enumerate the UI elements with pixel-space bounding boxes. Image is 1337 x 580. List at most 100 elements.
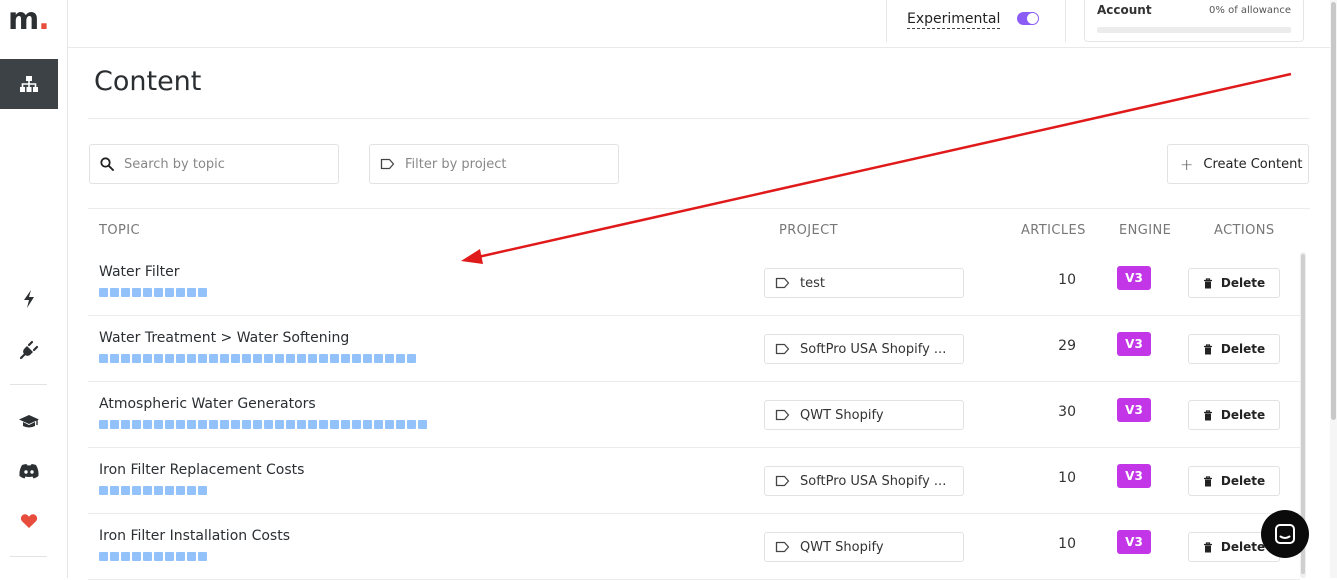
create-content-button[interactable]: + Create Content [1167,144,1309,184]
experimental-toggle[interactable] [1017,12,1039,25]
bolt-icon [24,290,34,308]
column-header-engine[interactable]: ENGINE [1119,223,1171,238]
project-tag[interactable]: QWT Shopify [764,400,964,430]
experimental-section: Experimental [886,0,1066,42]
progress-segment [187,420,196,429]
progress-segment [176,288,185,297]
column-header-articles[interactable]: ARTICLES [1021,223,1086,238]
progress-segment [132,486,141,495]
progress-segment [220,420,229,429]
logo-dot: . [38,2,49,37]
progress-segment [154,354,163,363]
article-progress [99,486,207,495]
progress-segment [198,288,207,297]
tag-icon [775,409,790,421]
progress-segment [341,354,350,363]
topic-title[interactable]: Atmospheric Water Generators [99,396,316,412]
logo[interactable]: m. [8,2,50,37]
progress-segment [396,420,405,429]
nav-integrations-button[interactable] [0,335,58,365]
delete-label: Delete [1220,276,1266,290]
progress-segment [363,354,372,363]
table-row[interactable]: Iron Filter Replacement Costs SoftPro USA… [88,448,1300,514]
sidebar-divider [10,384,47,385]
trash-icon [1203,343,1212,354]
progress-segment [110,486,119,495]
delete-button[interactable]: Delete [1188,466,1280,496]
progress-segment [363,420,372,429]
engine-badge: V3 [1117,398,1151,422]
progress-segment [176,486,185,495]
progress-segment [165,420,174,429]
trash-icon [1203,277,1212,288]
delete-button[interactable]: Delete [1188,334,1280,364]
progress-segment [143,552,152,561]
project-tag[interactable]: SoftPro USA Shopify ... [764,334,964,364]
search-input[interactable] [124,156,314,172]
top-bar: Experimental Account 0% of allowance [68,0,1330,48]
progress-segment [187,486,196,495]
topic-title[interactable]: Iron Filter Installation Costs [99,528,290,544]
progress-segment [286,420,295,429]
delete-button[interactable]: Delete [1188,268,1280,298]
progress-segment [253,420,262,429]
topic-title[interactable]: Water Treatment > Water Softening [99,330,349,346]
account-panel[interactable]: Account 0% of allowance [1084,0,1304,42]
project-filter-field[interactable] [369,144,619,184]
progress-segment [275,420,284,429]
project-tag[interactable]: SoftPro USA Shopify ... [764,466,964,496]
trash-icon [1203,409,1212,420]
progress-segment [99,486,108,495]
progress-segment [220,354,229,363]
progress-segment [110,552,119,561]
search-field[interactable] [89,144,339,184]
delete-label: Delete [1220,342,1266,356]
topic-title[interactable]: Iron Filter Replacement Costs [99,462,304,478]
create-content-label: Create Content [1203,156,1303,172]
project-name: QWT Shopify [800,407,884,423]
progress-segment [308,354,317,363]
discord-icon [19,464,39,479]
progress-segment [319,420,328,429]
progress-segment [341,420,350,429]
articles-count: 30 [1058,404,1076,420]
nav-bolt-button[interactable] [0,284,58,314]
project-name: QWT Shopify [800,539,884,555]
trash-icon [1203,475,1212,486]
progress-segment [209,354,218,363]
progress-segment [99,552,108,561]
progress-segment [176,420,185,429]
page-scrollbar-thumb[interactable] [1331,2,1336,420]
progress-segment [132,288,141,297]
column-header-actions: ACTIONS [1214,223,1275,238]
nav-favorites-button[interactable] [0,506,58,536]
delete-button[interactable]: Delete [1188,400,1280,430]
tag-icon [380,158,395,170]
progress-segment [132,552,141,561]
progress-segment [198,486,207,495]
progress-segment [154,288,163,297]
progress-segment [297,420,306,429]
project-tag[interactable]: QWT Shopify [764,532,964,562]
progress-segment [407,420,416,429]
topic-title[interactable]: Water Filter [99,264,180,280]
title-divider [88,118,1310,119]
nav-content-button[interactable] [0,59,58,109]
table-row[interactable]: Iron Filter Installation Costs QWT Shopif… [88,514,1300,580]
chat-launcher-button[interactable] [1261,510,1309,558]
column-header-project[interactable]: PROJECT [779,223,838,238]
table-row[interactable]: Water Treatment > Water Softening SoftPro… [88,316,1300,382]
allowance-bar [1097,27,1291,33]
nav-learn-button[interactable] [0,407,58,437]
progress-segment [231,420,240,429]
table-row[interactable]: Water Filter test 10 V3 Delete [88,250,1300,316]
articles-count: 10 [1058,536,1076,552]
project-name: SoftPro USA Shopify ... [800,341,947,357]
project-tag[interactable]: test [764,268,964,298]
nav-discord-button[interactable] [0,456,58,486]
articles-count: 29 [1058,338,1076,354]
column-header-topic[interactable]: TOPIC [99,223,140,238]
project-filter-input[interactable] [405,156,595,172]
plug-icon [19,340,39,360]
table-row[interactable]: Atmospheric Water Generators QWT Shopify 3… [88,382,1300,448]
